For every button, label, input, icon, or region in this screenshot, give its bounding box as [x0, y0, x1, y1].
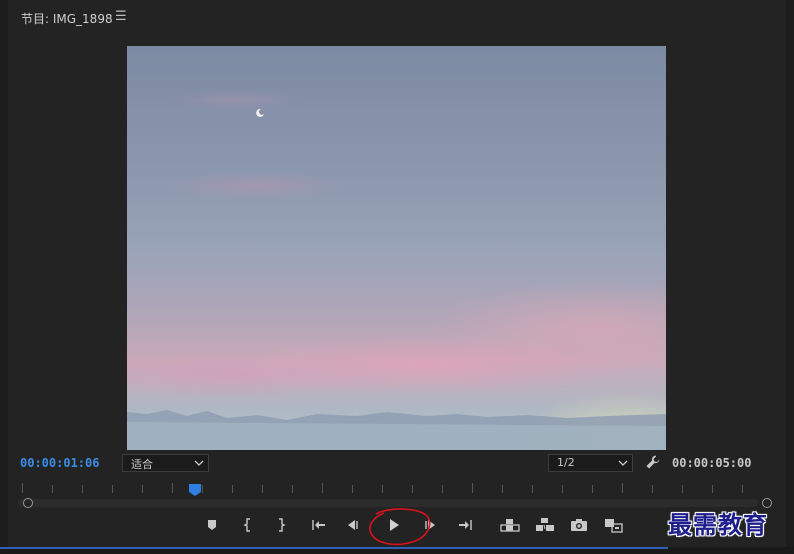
hamburger-menu-icon[interactable]: ☰ — [115, 9, 127, 24]
add-marker-icon — [208, 520, 216, 530]
step-forward-button[interactable] — [419, 513, 443, 539]
comparison-view-button[interactable] — [601, 513, 625, 539]
zoom-level-value: 适合 — [131, 458, 153, 471]
mark-out-button[interactable] — [270, 513, 294, 539]
lift-button[interactable] — [497, 513, 521, 539]
total-duration-timecode: 00:00:05:00 — [672, 456, 752, 470]
play-icon — [390, 519, 399, 531]
ruler-tick — [682, 485, 683, 493]
moon-image — [256, 108, 264, 117]
ruler-tick — [142, 485, 143, 493]
ruler-tick — [532, 485, 533, 493]
time-ruler[interactable] — [12, 482, 762, 496]
step-back-button[interactable] — [342, 513, 366, 539]
playhead-marker[interactable] — [188, 483, 202, 497]
panel-title[interactable]: 节目: IMG_1898 — [21, 10, 113, 27]
go-to-out-icon — [459, 520, 472, 530]
resolution-value: 1/2 — [557, 456, 575, 469]
panel-title-bar: 节目: IMG_1898 ☰ — [8, 0, 786, 34]
extract-button[interactable] — [532, 513, 556, 539]
extract-icon — [536, 518, 554, 531]
watermark-text: 最需教育 — [668, 510, 768, 539]
horizon-silhouette — [127, 410, 666, 450]
wrench-settings-icon[interactable] — [645, 454, 661, 470]
playback-resolution-dropdown[interactable]: 1/2 — [548, 454, 633, 472]
chevron-down-icon — [618, 460, 628, 466]
zoom-scroll-bar[interactable] — [18, 499, 758, 507]
ruler-tick — [202, 485, 203, 493]
ruler-tick — [82, 485, 83, 493]
ruler-tick — [652, 485, 653, 493]
ruler-tick — [112, 485, 113, 493]
ruler-tick — [712, 485, 713, 493]
ruler-tick — [592, 485, 593, 493]
current-timecode[interactable]: 00:00:01:06 — [20, 456, 99, 470]
export-frame-icon — [571, 519, 587, 531]
go-to-in-button[interactable] — [307, 513, 331, 539]
video-preview[interactable] — [127, 46, 666, 450]
step-forward-icon — [425, 520, 435, 530]
bottom-accent-line — [0, 547, 668, 549]
export-frame-button[interactable] — [567, 513, 591, 539]
ruler-tick — [742, 485, 743, 493]
mark-out-icon — [279, 518, 286, 532]
ruler-tick — [502, 485, 503, 493]
zoom-level-dropdown[interactable]: 适合 — [122, 454, 209, 472]
bottom-strip — [0, 547, 794, 554]
ruler-tick — [232, 485, 233, 493]
lift-icon — [500, 519, 520, 532]
go-to-out-button[interactable] — [453, 513, 477, 539]
ruler-tick — [622, 483, 623, 493]
transport-controls — [0, 513, 778, 539]
ruler-tick — [412, 485, 413, 493]
ruler-tick — [52, 485, 53, 493]
ruler-tick — [442, 485, 443, 493]
ruler-tick — [472, 483, 473, 493]
ruler-tick — [382, 485, 383, 493]
play-button[interactable] — [383, 513, 407, 539]
ruler-tick — [562, 485, 563, 493]
ruler-tick — [322, 483, 323, 493]
ruler-tick — [172, 483, 173, 493]
ruler-tick — [292, 485, 293, 493]
mark-in-icon — [243, 518, 250, 532]
chevron-down-icon — [194, 460, 204, 466]
ruler-tick — [262, 485, 263, 493]
mark-in-button[interactable] — [237, 513, 261, 539]
ruler-tick — [352, 485, 353, 493]
comparison-view-icon — [605, 519, 623, 533]
ruler-tick — [22, 483, 23, 493]
go-to-in-icon — [312, 520, 325, 530]
step-back-icon — [348, 520, 358, 530]
add-marker-button[interactable] — [201, 513, 225, 539]
scroll-start-handle[interactable] — [23, 498, 33, 508]
